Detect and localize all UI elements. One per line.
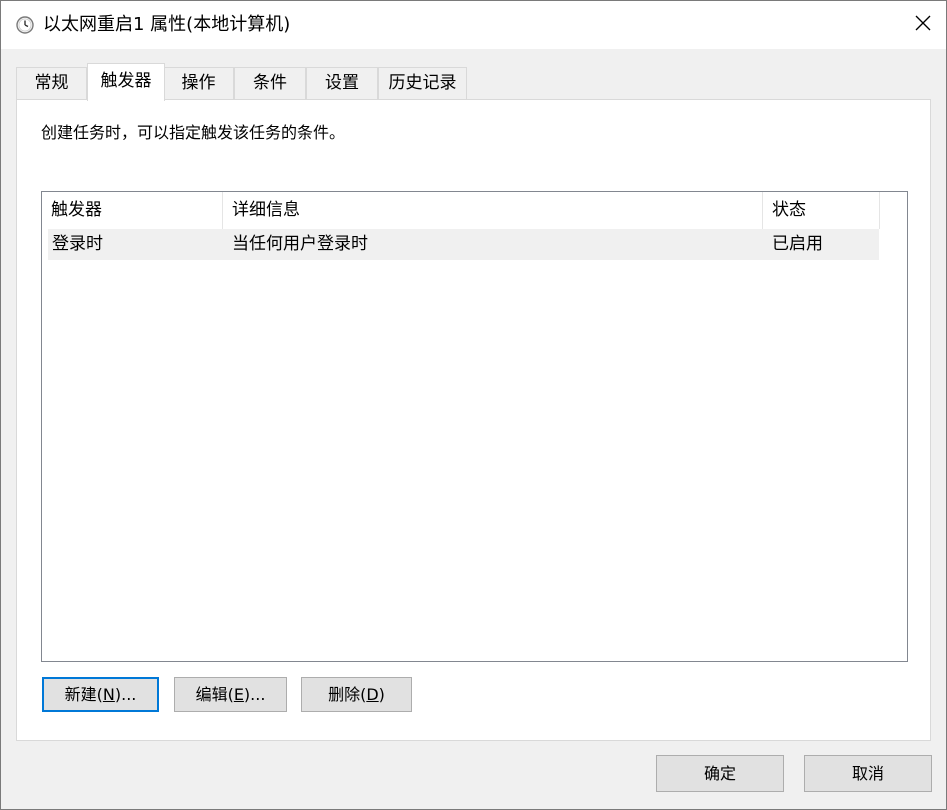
task-properties-dialog: 以太网重启1 属性(本地计算机) 常规 触发器 操作 条件 设置 历史记录 创建… [0,0,947,810]
column-header-trigger[interactable]: 触发器 [42,192,223,229]
delete-label-suffix: ) [378,685,385,704]
clock-icon [16,16,34,34]
edit-label-prefix: 编辑( [195,685,234,704]
ok-button[interactable]: 确定 [656,755,784,792]
edit-trigger-button[interactable]: 编辑(E)... [174,677,287,712]
window-title: 以太网重启1 属性(本地计算机) [43,14,291,35]
tab-actions[interactable]: 操作 [163,67,234,99]
cell-details: 当任何用户登录时 [232,234,368,254]
tab-general[interactable]: 常规 [16,67,87,99]
cell-trigger: 登录时 [52,234,103,254]
new-label-prefix: 新建( [64,685,103,704]
triggers-list[interactable]: 触发器 详细信息 状态 登录时 当任何用户登录时 已启用 [41,191,908,662]
delete-accelerator-key: D [366,685,379,704]
delete-label-prefix: 删除( [328,685,367,704]
new-label-suffix: )... [114,685,137,704]
triggers-description: 创建任务时，可以指定触发该任务的条件。 [41,123,346,142]
edit-accelerator-key: E [233,685,244,704]
list-header: 触发器 详细信息 状态 [42,192,880,229]
tab-conditions[interactable]: 条件 [234,67,306,99]
delete-trigger-button[interactable]: 删除(D) [301,677,412,712]
list-item[interactable]: 登录时 当任何用户登录时 已启用 [48,229,879,260]
new-trigger-button[interactable]: 新建(N)... [42,677,159,712]
column-header-details[interactable]: 详细信息 [223,192,763,229]
close-button[interactable] [900,1,946,49]
close-icon [915,15,931,35]
edit-label-suffix: )... [243,685,266,704]
column-header-status[interactable]: 状态 [763,192,880,229]
new-accelerator-key: N [102,685,115,704]
cell-status: 已启用 [772,234,823,254]
tab-settings[interactable]: 设置 [306,67,378,99]
tab-history[interactable]: 历史记录 [378,67,467,99]
title-bar: 以太网重启1 属性(本地计算机) [1,1,946,49]
tab-triggers[interactable]: 触发器 [87,63,165,101]
cancel-button[interactable]: 取消 [804,755,932,792]
